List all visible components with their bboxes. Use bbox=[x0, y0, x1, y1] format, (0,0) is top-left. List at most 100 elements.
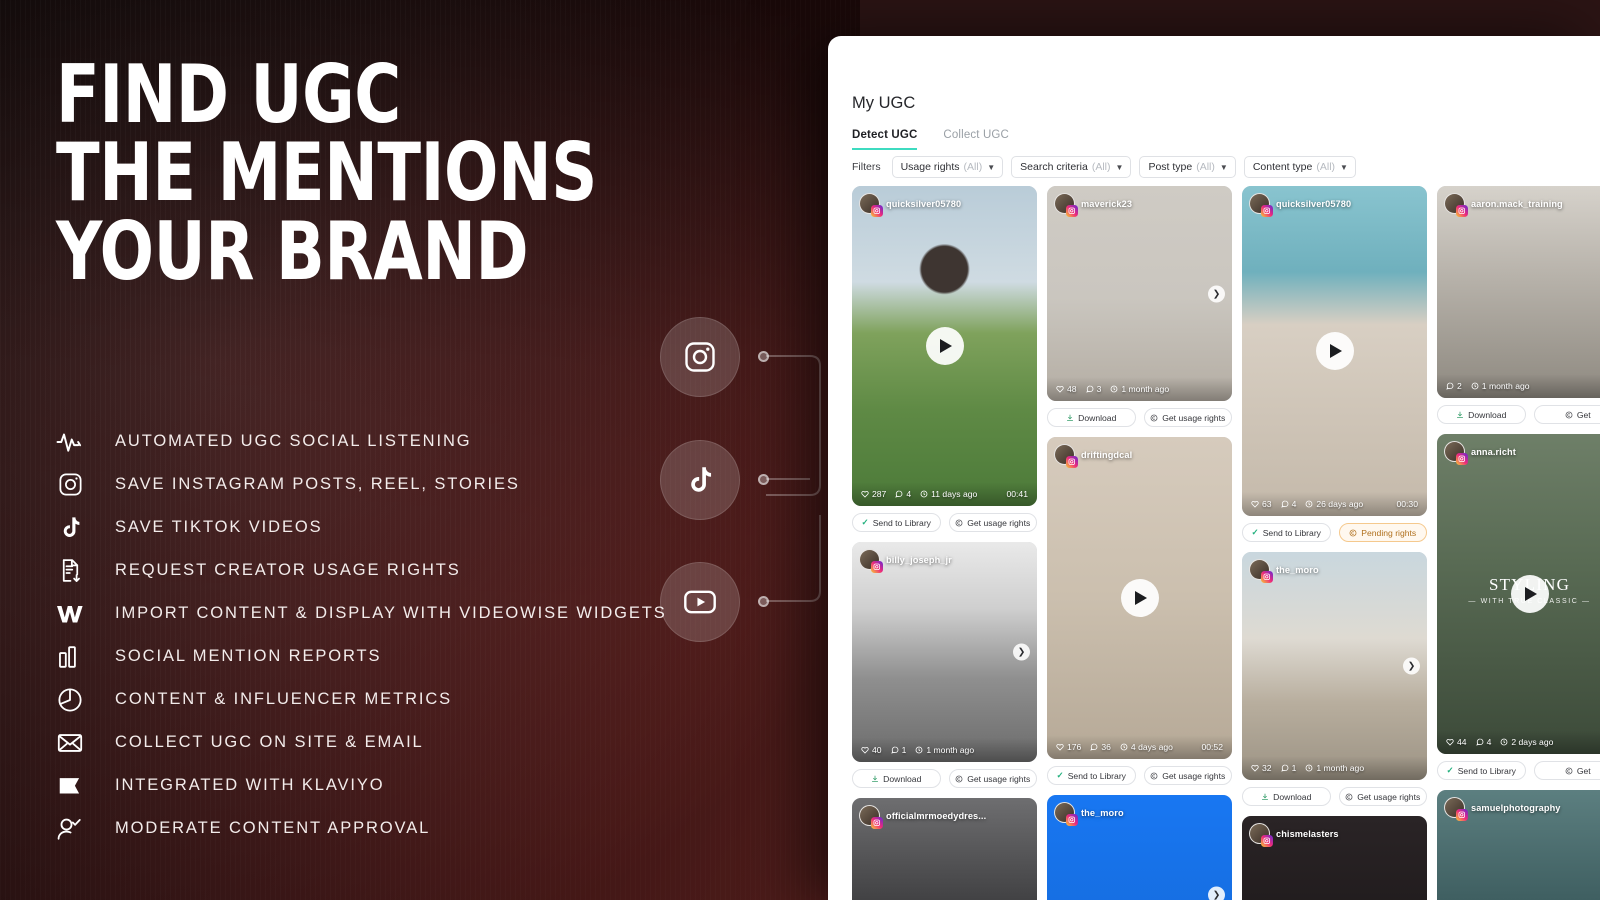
action-send-to-library-button[interactable]: ✓ Send to Library bbox=[1047, 766, 1136, 785]
card-author[interactable]: samuelphotography bbox=[1444, 797, 1561, 821]
card-author[interactable]: quicksilver05780 bbox=[1249, 193, 1351, 217]
headline-line-1: FIND UGC bbox=[56, 48, 401, 141]
instagram-icon[interactable] bbox=[660, 317, 740, 397]
action-download-button[interactable]: Download bbox=[852, 769, 941, 788]
action-download-button[interactable]: Download bbox=[1242, 787, 1331, 806]
username: anna.richt bbox=[1471, 446, 1516, 457]
action-send-to-library-button[interactable]: ✓ Send to Library bbox=[852, 513, 941, 532]
copyright-icon bbox=[955, 775, 963, 783]
feature-item: INTEGRATED WITH KLAVIYO bbox=[54, 764, 814, 807]
action-get-usage-rights-button[interactable]: Get usage rights bbox=[1143, 766, 1232, 785]
filter-content-type[interactable]: Content type (All) ▼ bbox=[1243, 156, 1356, 178]
action-get-usage-rights-button[interactable]: Get usage rights bbox=[948, 513, 1037, 532]
tiktok-icon[interactable] bbox=[660, 440, 740, 520]
tab-collect-ugc[interactable]: Collect UGC bbox=[943, 129, 1009, 150]
filter-post-type[interactable]: Post type (All) ▼ bbox=[1139, 156, 1236, 178]
ugc-card[interactable]: samuelphotography bbox=[1437, 790, 1600, 900]
card-media[interactable]: the_moro ❯ bbox=[1047, 795, 1232, 900]
ugc-card[interactable]: officialmrmoedydres... bbox=[852, 798, 1037, 900]
bar-chart-icon bbox=[54, 641, 86, 673]
check-icon: ✓ bbox=[861, 517, 869, 527]
ugc-card[interactable]: billy_joseph_jr ❯ 40 1 1 month ago Download… bbox=[852, 542, 1037, 788]
card-author[interactable]: billy_joseph_jr bbox=[859, 549, 952, 573]
username: officialmrmoedydres... bbox=[886, 810, 987, 821]
card-media[interactable]: quicksilver05780 287 4 11 days ago 00:41 bbox=[852, 186, 1037, 506]
action-pending-rights-button[interactable]: Pending rights bbox=[1338, 523, 1427, 542]
copyright-icon bbox=[1565, 411, 1573, 419]
card-author[interactable]: maverick23 bbox=[1054, 193, 1132, 217]
play-button[interactable] bbox=[1120, 579, 1159, 617]
card-author[interactable]: the_moro bbox=[1249, 559, 1319, 583]
user-check-icon bbox=[54, 813, 86, 845]
action-send-to-library-button[interactable]: ✓ Send to Library bbox=[1437, 761, 1526, 780]
card-author[interactable]: the_moro bbox=[1054, 802, 1124, 826]
card-author[interactable]: chismelasters bbox=[1249, 823, 1339, 847]
envelope-icon bbox=[54, 727, 86, 759]
youtube-icon[interactable] bbox=[660, 562, 740, 642]
heart-icon bbox=[1056, 743, 1064, 751]
filter-value: (All) bbox=[1316, 161, 1336, 173]
card-author[interactable]: anna.richt bbox=[1444, 441, 1516, 465]
action-send-to-library-button[interactable]: ✓ Send to Library bbox=[1242, 523, 1331, 542]
card-author[interactable]: aaron.mack_training bbox=[1444, 193, 1563, 217]
ugc-card[interactable]: maverick23 ❯ 48 3 1 month ago Download Get u… bbox=[1047, 186, 1232, 427]
heart-icon bbox=[1056, 385, 1064, 393]
instagram-icon bbox=[1066, 456, 1078, 468]
username: chismelasters bbox=[1276, 828, 1339, 839]
action-download-button[interactable]: Download bbox=[1047, 408, 1136, 427]
card-author[interactable]: quicksilver05780 bbox=[859, 193, 962, 217]
ugc-card[interactable]: the_moro ❯ 32 1 1 month ago Download Get usa… bbox=[1242, 552, 1427, 806]
play-button[interactable] bbox=[1315, 332, 1354, 370]
filter-usage-rights[interactable]: Usage rights (All) ▼ bbox=[891, 156, 1004, 178]
ugc-card[interactable]: chismelasters bbox=[1242, 816, 1427, 900]
instagram-icon bbox=[871, 561, 883, 573]
play-button[interactable] bbox=[925, 327, 964, 365]
tab-detect-ugc[interactable]: Detect UGC bbox=[852, 129, 918, 150]
ugc-card[interactable]: aaron.mack_training 2 1 month ago Downloa… bbox=[1437, 186, 1600, 424]
feature-item: COLLECT UGC ON SITE & EMAIL bbox=[54, 721, 814, 764]
ugc-card[interactable]: the_moro ❯ bbox=[1047, 795, 1232, 900]
action-get-usage-rights-button[interactable]: Get usage rights bbox=[1338, 787, 1427, 806]
check-icon: ✓ bbox=[1056, 770, 1064, 780]
username: aaron.mack_training bbox=[1471, 198, 1563, 209]
download-icon bbox=[871, 775, 879, 783]
action-get-usage-rights-button[interactable]: Get usage rights bbox=[948, 769, 1037, 788]
card-media[interactable]: samuelphotography bbox=[1437, 790, 1600, 900]
ugc-card[interactable]: STYLING — WITH TRUE CLASSIC — anna.richt… bbox=[1437, 434, 1600, 780]
ugc-card[interactable]: quicksilver05780 63 4 26 days ago 00:30 ✓ Se… bbox=[1242, 186, 1427, 542]
video-duration: 00:30 bbox=[1396, 499, 1418, 509]
grid-column: quicksilver05780 287 4 11 days ago 00:41 ✓ S… bbox=[852, 186, 1037, 900]
card-media[interactable]: STYLING — WITH TRUE CLASSIC — anna.richt… bbox=[1437, 434, 1600, 754]
card-media[interactable]: driftingdcal 176 36 4 days ago 00:52 bbox=[1047, 437, 1232, 759]
chevron-right-icon: ❯ bbox=[1212, 889, 1221, 900]
post-age: 11 days ago bbox=[920, 489, 977, 499]
card-media[interactable]: billy_joseph_jr ❯ 40 1 1 month ago bbox=[852, 542, 1037, 762]
grid-column: aaron.mack_training 2 1 month ago Downloa… bbox=[1437, 186, 1600, 900]
carousel-next-button[interactable]: ❯ bbox=[1403, 657, 1420, 675]
carousel-next-button[interactable]: ❯ bbox=[1208, 285, 1225, 302]
filter-search-criteria[interactable]: Search criteria (All) ▼ bbox=[1011, 156, 1132, 178]
instagram-icon bbox=[1066, 814, 1078, 826]
card-media[interactable]: the_moro ❯ 32 1 1 month ago bbox=[1242, 552, 1427, 780]
card-actions: ✓ Send to Library Get usage rights bbox=[1047, 766, 1232, 785]
action-get-button[interactable]: Get bbox=[1533, 405, 1600, 424]
card-author[interactable]: driftingdcal bbox=[1054, 444, 1132, 468]
avatar bbox=[859, 549, 883, 573]
carousel-next-button[interactable]: ❯ bbox=[1013, 643, 1030, 661]
play-button[interactable] bbox=[1510, 575, 1549, 613]
card-media[interactable]: aaron.mack_training 2 1 month ago bbox=[1437, 186, 1600, 398]
action-get-button[interactable]: Get bbox=[1533, 761, 1600, 780]
action-get-usage-rights-button[interactable]: Get usage rights bbox=[1143, 408, 1232, 427]
card-media[interactable]: quicksilver05780 63 4 26 days ago 00:30 bbox=[1242, 186, 1427, 516]
card-stats: 44 4 2 days ago bbox=[1437, 730, 1600, 754]
action-download-button[interactable]: Download bbox=[1437, 405, 1526, 424]
ugc-card[interactable]: driftingdcal 176 36 4 days ago 00:52 ✓ Send … bbox=[1047, 437, 1232, 785]
username: quicksilver05780 bbox=[886, 198, 962, 209]
ugc-card[interactable]: quicksilver05780 287 4 11 days ago 00:41 ✓ S… bbox=[852, 186, 1037, 532]
card-media[interactable]: chismelasters bbox=[1242, 816, 1427, 900]
card-media[interactable]: officialmrmoedydres... bbox=[852, 798, 1037, 900]
tab-bar: Detect UGC Collect UGC bbox=[852, 129, 1009, 150]
card-author[interactable]: officialmrmoedydres... bbox=[859, 805, 987, 829]
carousel-next-button[interactable]: ❯ bbox=[1208, 886, 1225, 900]
card-media[interactable]: maverick23 ❯ 48 3 1 month ago bbox=[1047, 186, 1232, 401]
